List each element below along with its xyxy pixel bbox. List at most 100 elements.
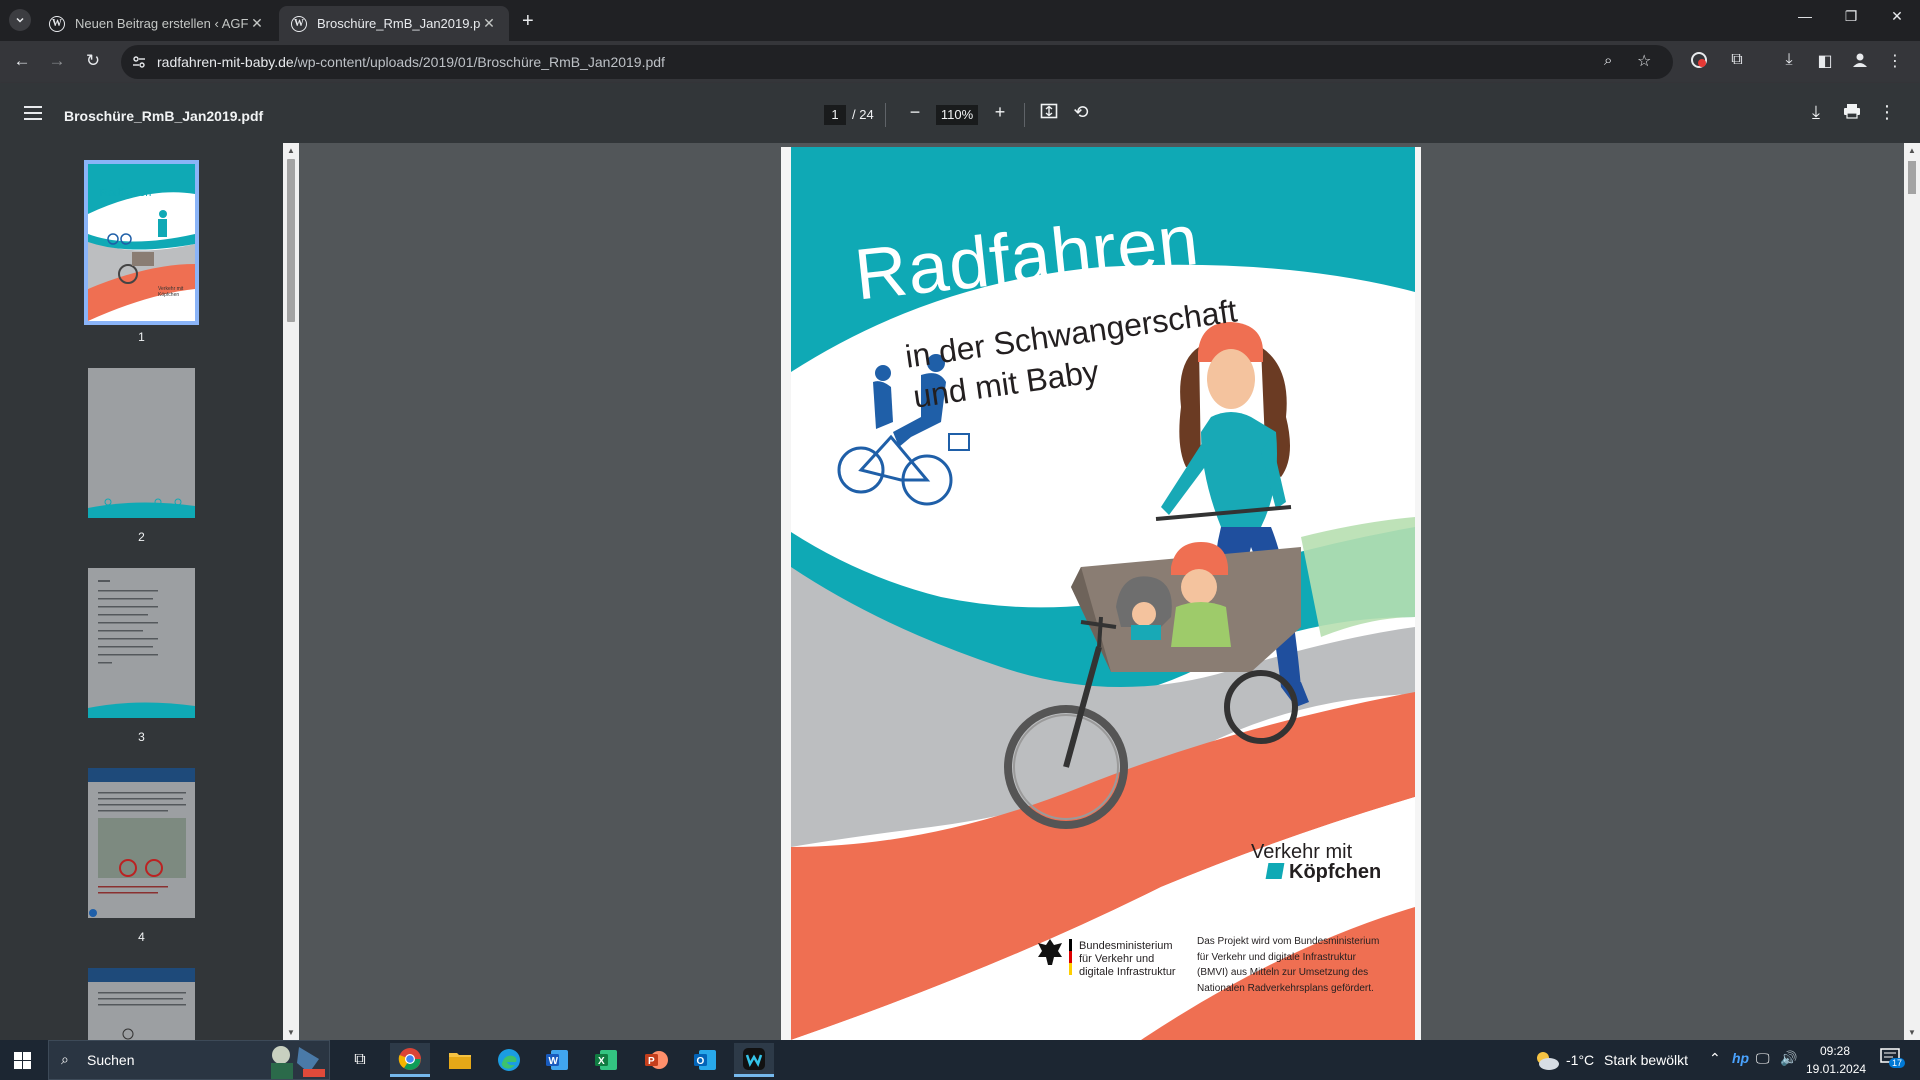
funding-line: (BMVI) aus Mitteln zur Umsetzung des — [1197, 967, 1369, 978]
svg-text:X: X — [598, 1056, 605, 1067]
ministry-line: für Verkehr und — [1079, 953, 1155, 965]
logo-line-2: Köpfchen — [1289, 861, 1382, 883]
file-explorer-icon[interactable] — [440, 1043, 480, 1077]
svg-text:W: W — [549, 1056, 559, 1067]
thumbnail-page-4[interactable] — [88, 768, 195, 918]
svg-text:Köpfchen: Köpfchen — [158, 292, 179, 298]
svg-text:P: P — [648, 1056, 655, 1067]
funding-line: Nationalen Radverkehrsplans gefördert. — [1197, 982, 1374, 994]
close-tab-icon[interactable]: ✕ — [249, 15, 265, 32]
search-icon: ⌕ — [61, 1051, 69, 1067]
tray-chevron-up-icon[interactable]: ⌃ — [1709, 1050, 1721, 1067]
close-window-icon[interactable]: ✕ — [1882, 8, 1912, 25]
logo-mark — [1265, 863, 1285, 879]
ministry-name: Bundesministerium für Verkehr und digita… — [1079, 940, 1176, 979]
url-host: radfahren-mit-baby.de — [157, 54, 294, 70]
menu-icon[interactable] — [24, 106, 42, 120]
webex-icon[interactable] — [734, 1043, 774, 1077]
sidebar-scrollbar[interactable]: ▲ ▼ — [283, 143, 299, 1040]
back-icon[interactable]: ← — [11, 51, 33, 71]
excel-icon[interactable]: X — [586, 1043, 626, 1077]
thumbnail-label: 3 — [138, 730, 145, 744]
more-actions-icon[interactable]: ⋮ — [1876, 102, 1898, 123]
pdf-filename: Broschüre_RmB_Jan2019.pdf — [64, 108, 264, 124]
page-number-input[interactable]: 1 — [824, 105, 846, 125]
weather-text[interactable]: Stark bewölkt — [1604, 1052, 1688, 1068]
extensions-puzzle-icon[interactable]: ⧉ — [1726, 51, 1748, 69]
chevron-down-icon — [16, 17, 24, 23]
downloads-icon[interactable]: ⤓ — [1778, 51, 1800, 69]
thumbnail-page-5[interactable] — [88, 968, 195, 1040]
toolbar-divider — [1024, 103, 1025, 127]
zoom-out-icon[interactable]: − — [904, 102, 926, 123]
download-icon[interactable]: ⤓ — [1805, 102, 1827, 123]
search-placeholder: Suchen — [87, 1052, 135, 1068]
close-tab-icon[interactable]: ✕ — [481, 15, 497, 32]
volume-icon[interactable]: 🔊 — [1780, 1050, 1797, 1067]
thumbnail-label: 2 — [138, 530, 145, 544]
ministry-line: Bundesministerium — [1079, 940, 1173, 952]
word-icon[interactable]: W — [537, 1043, 577, 1077]
reload-icon[interactable]: ↻ — [82, 51, 104, 71]
viewer-scrollbar[interactable]: ▲ ▼ — [1904, 143, 1920, 1040]
flag-red — [1069, 951, 1072, 963]
edge-icon[interactable] — [489, 1043, 529, 1077]
profile-icon[interactable] — [1849, 51, 1871, 74]
hp-icon[interactable]: hp — [1732, 1050, 1749, 1066]
weather-temp[interactable]: -1°C — [1566, 1052, 1594, 1068]
chrome-taskbar-icon[interactable] — [390, 1043, 430, 1077]
funding-line: für Verkehr und digitale Infrastruktur — [1197, 951, 1356, 963]
print-icon[interactable] — [1841, 102, 1863, 125]
flag-black — [1069, 939, 1072, 951]
thumbnail-page-1[interactable]: Radfahren Verkehr mit Köpfchen — [84, 160, 199, 325]
rotate-icon[interactable]: ⟲ — [1070, 102, 1092, 123]
browser-menu-icon[interactable]: ⋮ — [1884, 51, 1906, 71]
thumbnail-label: 4 — [138, 930, 145, 944]
url-path: /wp-content/uploads/2019/01/Broschüre_Rm… — [293, 54, 665, 70]
thumbnail-page-3[interactable] — [88, 568, 195, 718]
pdf-page-1: Radfahren in der Schwangerschaft und mit… — [781, 147, 1421, 1040]
extension-shield-icon[interactable] — [1688, 51, 1710, 74]
tab-title: Broschüre_RmB_Jan2019.pdf — [317, 16, 481, 31]
tab-pdf-active[interactable]: W Broschüre_RmB_Jan2019.pdf ✕ — [279, 6, 509, 41]
federal-eagle-icon — [1038, 939, 1062, 965]
flag-gold — [1069, 963, 1072, 975]
windows-logo-icon — [14, 1052, 31, 1069]
side-panel-icon[interactable]: ◧ — [1814, 51, 1836, 71]
tab-strip: W Neuen Beitrag erstellen ‹ AGFK ✕ W Bro… — [0, 0, 1920, 41]
bookmark-star-icon[interactable]: ☆ — [1637, 51, 1651, 71]
thumbnail-page-2[interactable] — [88, 368, 195, 518]
page-total: / 24 — [852, 107, 874, 122]
forward-icon[interactable]: → — [46, 51, 68, 71]
toolbar-divider — [885, 103, 886, 127]
funding-note: Das Projekt wird vom Bundesministerium f… — [1197, 934, 1379, 996]
task-view-icon[interactable]: ⧉ — [340, 1043, 380, 1077]
notification-center[interactable]: 17 — [1880, 1048, 1906, 1072]
powerpoint-icon[interactable]: P — [636, 1043, 676, 1077]
outlook-icon[interactable]: O — [685, 1043, 725, 1077]
weather-cloud-icon[interactable] — [1534, 1050, 1560, 1072]
restore-icon[interactable]: ❐ — [1836, 8, 1866, 25]
clock-date[interactable]: 19.01.2024 — [1806, 1062, 1866, 1076]
wordpress-icon: W — [49, 15, 65, 32]
address-bar[interactable]: radfahren-mit-baby.de/wp-content/uploads… — [121, 45, 1673, 79]
thumbnail-label: 1 — [138, 330, 145, 344]
clock-time[interactable]: 09:28 — [1806, 1044, 1864, 1058]
zoom-in-icon[interactable]: + — [989, 102, 1011, 123]
svg-text:Radfahren: Radfahren — [100, 187, 151, 199]
ministry-line: digitale Infrastruktur — [1079, 966, 1176, 978]
taskbar-search-box[interactable]: ⌕ Suchen — [48, 1040, 330, 1080]
fit-to-page-icon[interactable] — [1038, 102, 1060, 125]
notification-count: 17 — [1889, 1058, 1906, 1068]
minimize-icon[interactable]: — — [1790, 8, 1820, 24]
network-icon[interactable]: 🖵 — [1756, 1050, 1770, 1067]
tab-title: Neuen Beitrag erstellen ‹ AGFK — [75, 16, 249, 31]
start-button[interactable] — [14, 1052, 31, 1074]
site-info-icon[interactable] — [131, 54, 147, 70]
zoom-input[interactable]: 110% — [936, 105, 978, 125]
new-tab-button[interactable]: + — [522, 10, 534, 33]
zoom-icon[interactable]: ⌕ — [1604, 52, 1612, 69]
svg-text:O: O — [697, 1056, 705, 1067]
tab-wordpress[interactable]: W Neuen Beitrag erstellen ‹ AGFK ✕ — [37, 6, 277, 41]
tab-search-button[interactable] — [9, 9, 31, 31]
